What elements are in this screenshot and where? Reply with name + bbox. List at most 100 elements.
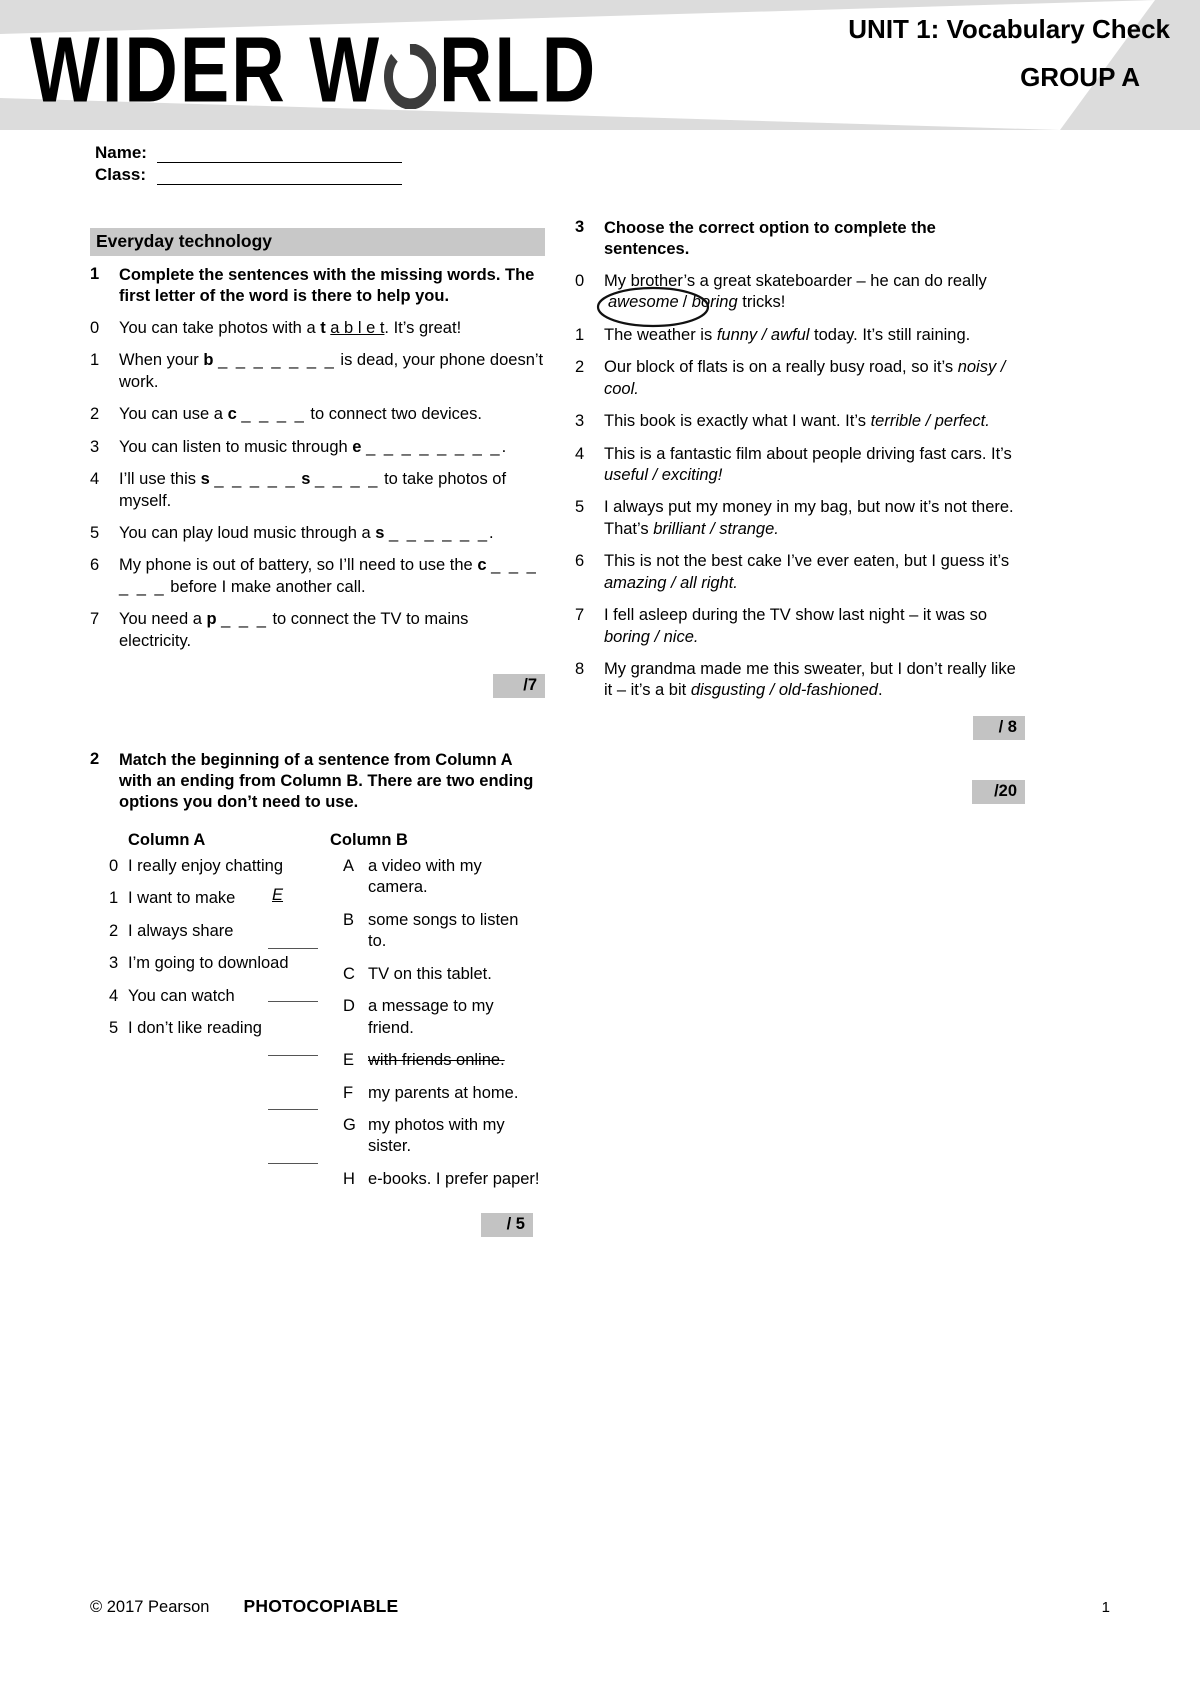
item-text: This is not the best cake I’ve ever eate… (604, 551, 1025, 594)
row-text: some songs to listen to. (368, 910, 519, 951)
column-a-row: 3 I’m going to download (90, 953, 330, 974)
item-options[interactable]: brilliant / strange. (653, 520, 779, 538)
task-3-item: 7 I fell asleep during the TV show last … (575, 605, 1025, 648)
item-post: . (501, 437, 507, 456)
item-first-letter: s (375, 523, 385, 542)
item-blank[interactable]: _ _ _ _ _ _ _ (218, 351, 336, 369)
item-blank[interactable]: _ _ _ (221, 610, 268, 628)
item-first-letter: c (227, 405, 237, 424)
item-text: My grandma made me this sweater, but I d… (604, 659, 1025, 702)
item-pre: You can use a (119, 405, 228, 424)
item-pre: My brother’s a great skateboarder – he c… (604, 271, 987, 290)
total-score-box[interactable]: /20 (972, 779, 1025, 804)
item-number: 1 (90, 351, 100, 370)
item-options[interactable]: boring / nice. (604, 628, 698, 646)
circled-answer[interactable]: awesome (596, 287, 710, 328)
task-2-score-box[interactable]: / 5 (481, 1213, 533, 1238)
item-first-letter: s (200, 470, 210, 489)
answer-slot-0-filled[interactable]: E (272, 886, 283, 905)
item-text: I’ll use this s _ _ _ _ _ s _ _ _ _ to t… (119, 469, 545, 512)
item-text: This is a fantastic film about people dr… (604, 444, 1025, 487)
item-answer: a b l e t (330, 318, 385, 337)
item-text: You can play loud music through a s _ _ … (119, 523, 545, 544)
task-1-item: 3 You can listen to music through e _ _ … (90, 437, 545, 458)
item-options[interactable]: funny / awful (717, 326, 810, 344)
task-2-instruction: Match the beginning of a sentence from C… (119, 751, 534, 812)
task-2-number: 2 (90, 750, 100, 769)
column-a-row: 4 You can watch (90, 986, 330, 1007)
right-column: 3 Choose the correct option to complete … (575, 218, 1025, 804)
item-number: 2 (90, 405, 100, 424)
item-pre: You can listen to music through (119, 437, 353, 456)
column-b-row: G my photos with my sister. (330, 1115, 540, 1158)
item-pre: My phone is out of battery, so I’ll need… (119, 556, 478, 575)
item-first-letter: p (206, 610, 217, 629)
answer-slot-4[interactable] (268, 1109, 318, 1111)
item-second-letter: s (301, 470, 311, 489)
unit-title: UNIT 1: Vocabulary Check (848, 14, 1170, 44)
item-options[interactable]: disgusting / old-fashioned (691, 681, 878, 699)
task-3-instruction: Choose the correct option to complete th… (604, 219, 936, 258)
task-1-score-box[interactable]: /7 (493, 674, 545, 699)
row-text: a message to my friend. (368, 997, 494, 1037)
column-a-row: 1 I want to make (90, 888, 330, 909)
item-blank[interactable]: _ _ _ _ _ (214, 470, 296, 488)
item-options[interactable]: terrible / perfect. (871, 412, 990, 430)
globe-ring-icon (384, 44, 437, 109)
item-blank[interactable]: _ _ _ _ (241, 405, 305, 423)
row-text: I want to make (128, 889, 236, 908)
copyright-text: © 2017 Pearson (90, 1598, 210, 1616)
item-number: 3 (90, 437, 100, 456)
item-pre: You can take photos with a (119, 318, 321, 337)
brand-logo: WIDER W RLD (30, 23, 597, 117)
item-blank[interactable]: _ _ _ _ _ _ (389, 524, 489, 542)
item-blank[interactable]: _ _ _ _ _ _ _ _ (366, 438, 502, 456)
option-2[interactable]: boring (692, 293, 738, 311)
column-b-heading: Column B (330, 831, 408, 850)
class-row: Class: (95, 165, 402, 185)
item-text: You can use a c _ _ _ _ to connect two d… (119, 404, 545, 425)
item-text: My phone is out of battery, so I’ll need… (119, 555, 545, 598)
item-post: . (877, 681, 883, 700)
task-3-instruction-row: 3 Choose the correct option to complete … (575, 218, 1025, 260)
brand-logo-text-part2: RLD (439, 17, 598, 122)
task-3-item: 0 My brother’s a great skateboarder – he… (575, 271, 1025, 328)
task-1-item: 5 You can play loud music through a s _ … (90, 523, 545, 544)
item-number: 0 (575, 271, 585, 290)
item-text: My brother’s a great skateboarder – he c… (596, 271, 1025, 328)
page-footer: © 2017 Pearson PHOTOCOPIABLE 1 (90, 1596, 1110, 1617)
answer-slot-2[interactable] (268, 1001, 318, 1003)
item-options[interactable]: useful / exciting! (604, 466, 722, 484)
row-letter: A (343, 857, 355, 876)
item-number: 7 (575, 606, 585, 625)
answer-slot-5[interactable] (268, 1163, 318, 1165)
row-text: I always share (128, 921, 234, 940)
item-text: When your b _ _ _ _ _ _ _ is dead, your … (119, 350, 545, 393)
answer-slot-1[interactable] (268, 948, 318, 950)
item-options[interactable]: amazing / all right. (604, 574, 738, 592)
item-pre: This is not the best cake I’ve ever eate… (604, 552, 1010, 571)
item-text: I fell asleep during the TV show last ni… (604, 605, 1025, 648)
item-pre: I’ll use this (119, 470, 201, 489)
item-post: . It’s great! (384, 318, 462, 337)
group-title: GROUP A (1020, 62, 1140, 92)
task-3-item: 5 I always put my money in my bag, but n… (575, 497, 1025, 540)
column-b-row: D a message to my friend. (330, 996, 540, 1039)
answer-slot-3[interactable] (268, 1055, 318, 1057)
task-3-score-box[interactable]: / 8 (973, 715, 1025, 740)
row-number: 1 (109, 889, 119, 908)
column-b-row: F my parents at home. (330, 1083, 540, 1104)
name-label: Name: (95, 143, 147, 162)
class-input-line[interactable] (157, 170, 402, 185)
task-3-number: 3 (575, 218, 585, 236)
task-3-item: 1 The weather is funny / awful today. It… (575, 325, 1025, 346)
name-input-line[interactable] (157, 148, 402, 163)
task-1-item: 7 You need a p _ _ _ to connect the TV t… (90, 609, 545, 652)
row-text: I really enjoy chatting (128, 857, 284, 876)
row-number: 5 (109, 1019, 119, 1038)
task-1-item: 1 When your b _ _ _ _ _ _ _ is dead, you… (90, 350, 545, 393)
row-text: a video with my camera. (368, 857, 482, 897)
task-1-instruction: Complete the sentences with the missing … (119, 266, 535, 305)
item-blank-2[interactable]: _ _ _ _ (315, 470, 379, 488)
column-b: A a video with my camera. B some songs t… (330, 856, 540, 1201)
